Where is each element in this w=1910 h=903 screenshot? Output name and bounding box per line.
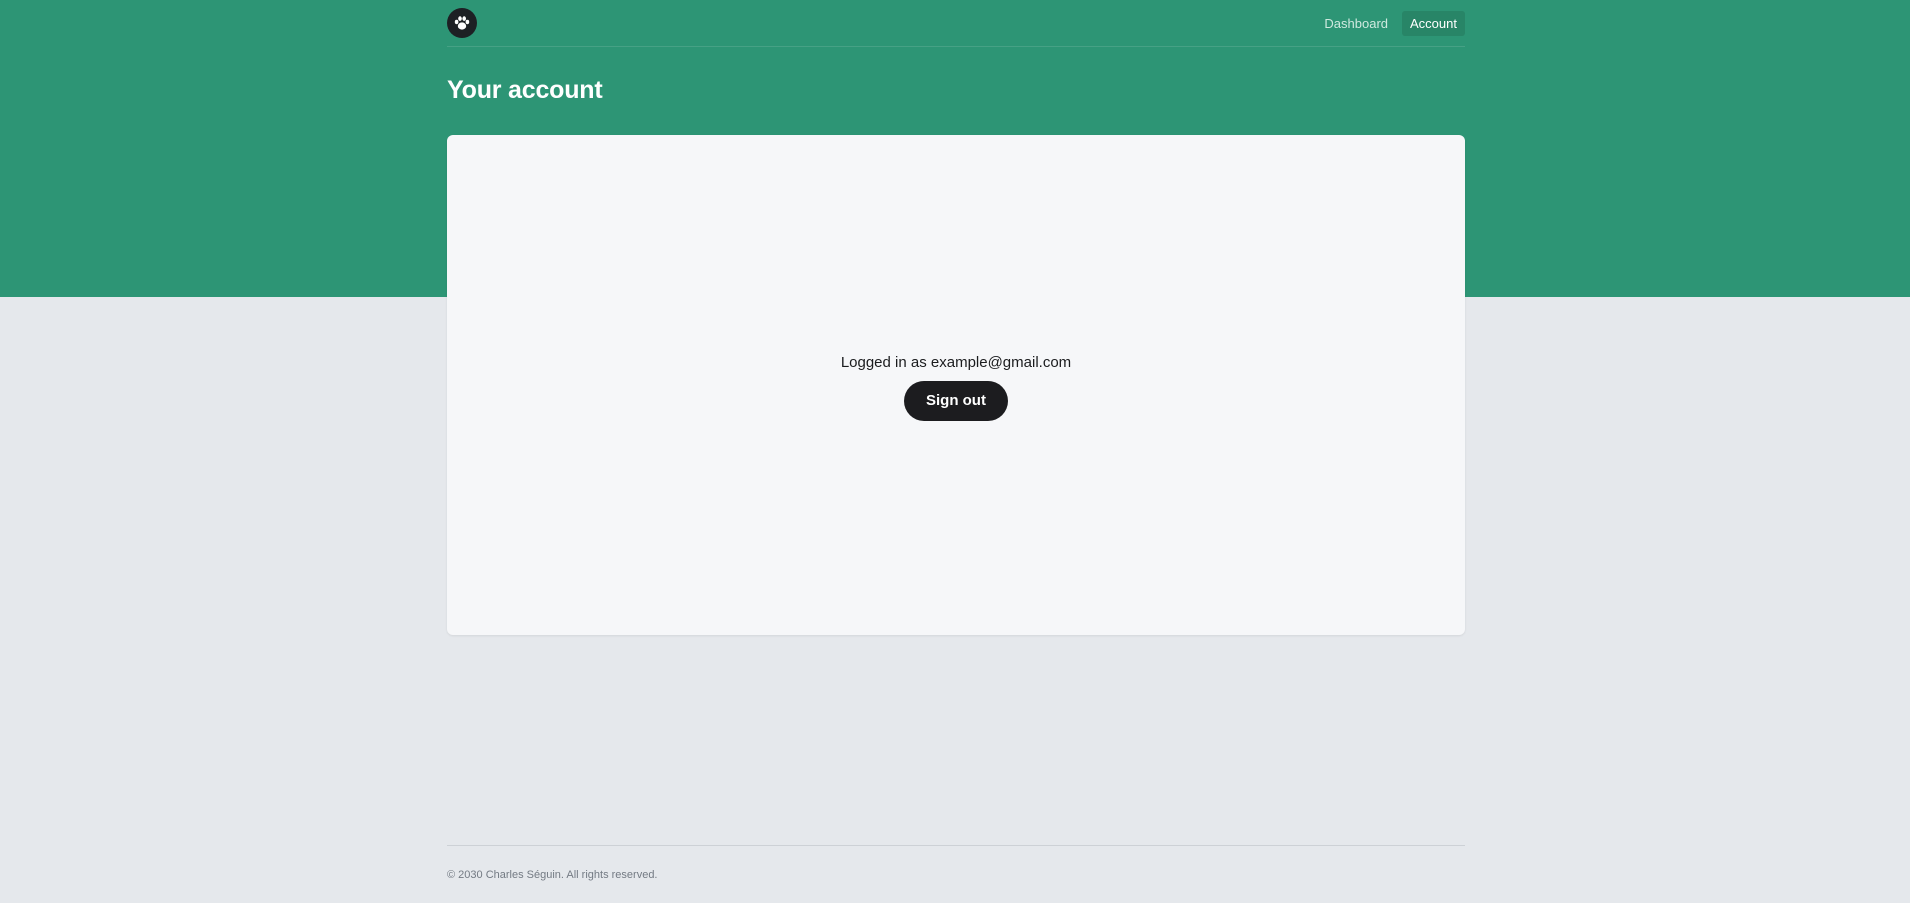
account-info: Logged in as example@gmail.com Sign out — [841, 354, 1071, 421]
copyright-text: © 2030 Charles Séguin. All rights reserv… — [447, 868, 658, 881]
logo[interactable] — [447, 8, 477, 38]
page-title: Your account — [447, 76, 603, 104]
footer: © 2030 Charles Séguin. All rights reserv… — [447, 845, 1465, 903]
nav-links: Dashboard Account — [1316, 10, 1465, 36]
top-navbar: Dashboard Account — [447, 0, 1465, 47]
sign-out-button[interactable]: Sign out — [903, 380, 1008, 421]
nav-link-account[interactable]: Account — [1402, 10, 1465, 36]
logged-in-status: Logged in as example@gmail.com — [840, 353, 1072, 371]
paw-icon — [454, 16, 470, 30]
nav-link-dashboard[interactable]: Dashboard — [1316, 11, 1396, 36]
account-card: Logged in as example@gmail.com Sign out — [447, 135, 1465, 635]
